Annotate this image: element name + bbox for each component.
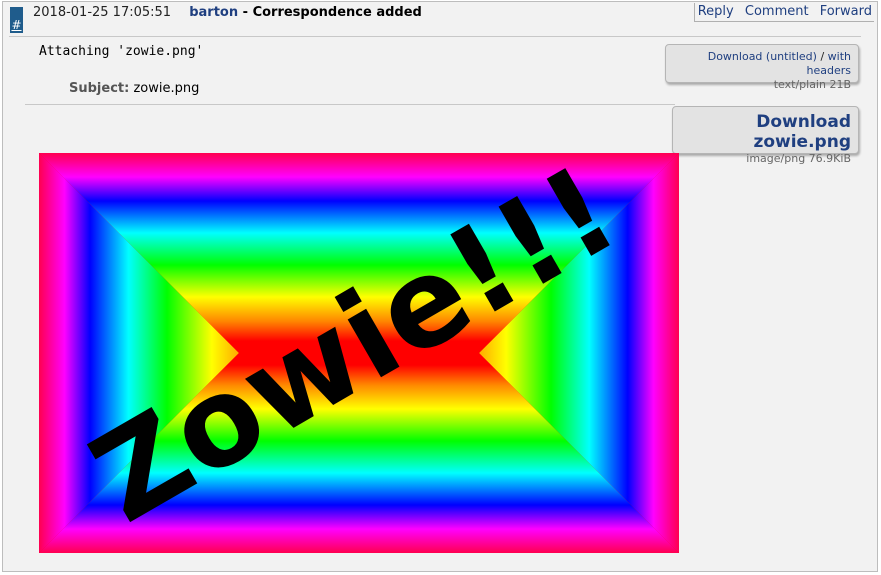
header-divider bbox=[9, 36, 861, 37]
attachment-download-image: Download zowie.png image/png 76.9KiB bbox=[672, 106, 859, 165]
download-untitled-link[interactable]: Download (untitled) bbox=[708, 50, 817, 63]
subject-line: Subject: zowie.png bbox=[69, 80, 199, 98]
forward-link[interactable]: Forward bbox=[820, 4, 872, 19]
transaction-anchor-link[interactable]: # bbox=[10, 7, 23, 33]
hash-link-label[interactable]: # bbox=[11, 19, 21, 31]
subject-value: zowie.png bbox=[133, 81, 200, 96]
download-slash: / bbox=[820, 50, 825, 63]
reply-link[interactable]: Reply bbox=[698, 4, 734, 19]
comment-link[interactable]: Comment bbox=[745, 4, 809, 19]
separator: - bbox=[238, 5, 253, 20]
transaction-description: Correspondence added bbox=[252, 5, 422, 20]
transaction-block: # 2018-01-25 17:05:51 barton - Correspon… bbox=[2, 1, 878, 572]
attachment-mime-image: image/png 76.9KiB bbox=[746, 152, 851, 165]
subject-label: Subject: bbox=[69, 81, 130, 96]
transaction-header: 2018-01-25 17:05:51 barton - Corresponde… bbox=[33, 4, 422, 22]
transaction-date: 2018-01-25 17:05:51 bbox=[33, 5, 172, 20]
author-link[interactable]: barton bbox=[189, 5, 238, 20]
attachment-mime-text: text/plain 21B bbox=[773, 78, 851, 91]
message-body: Attaching 'zowie.png' bbox=[39, 44, 204, 59]
attachment-download-text: Download (untitled) / with headers text/… bbox=[665, 44, 859, 91]
attachment-divider bbox=[25, 104, 675, 105]
transaction-actions: Reply Comment Forward bbox=[693, 3, 874, 22]
zowie-image[interactable]: Zowie!!! bbox=[39, 153, 679, 553]
download-image-link[interactable]: Download zowie.png bbox=[753, 112, 851, 152]
